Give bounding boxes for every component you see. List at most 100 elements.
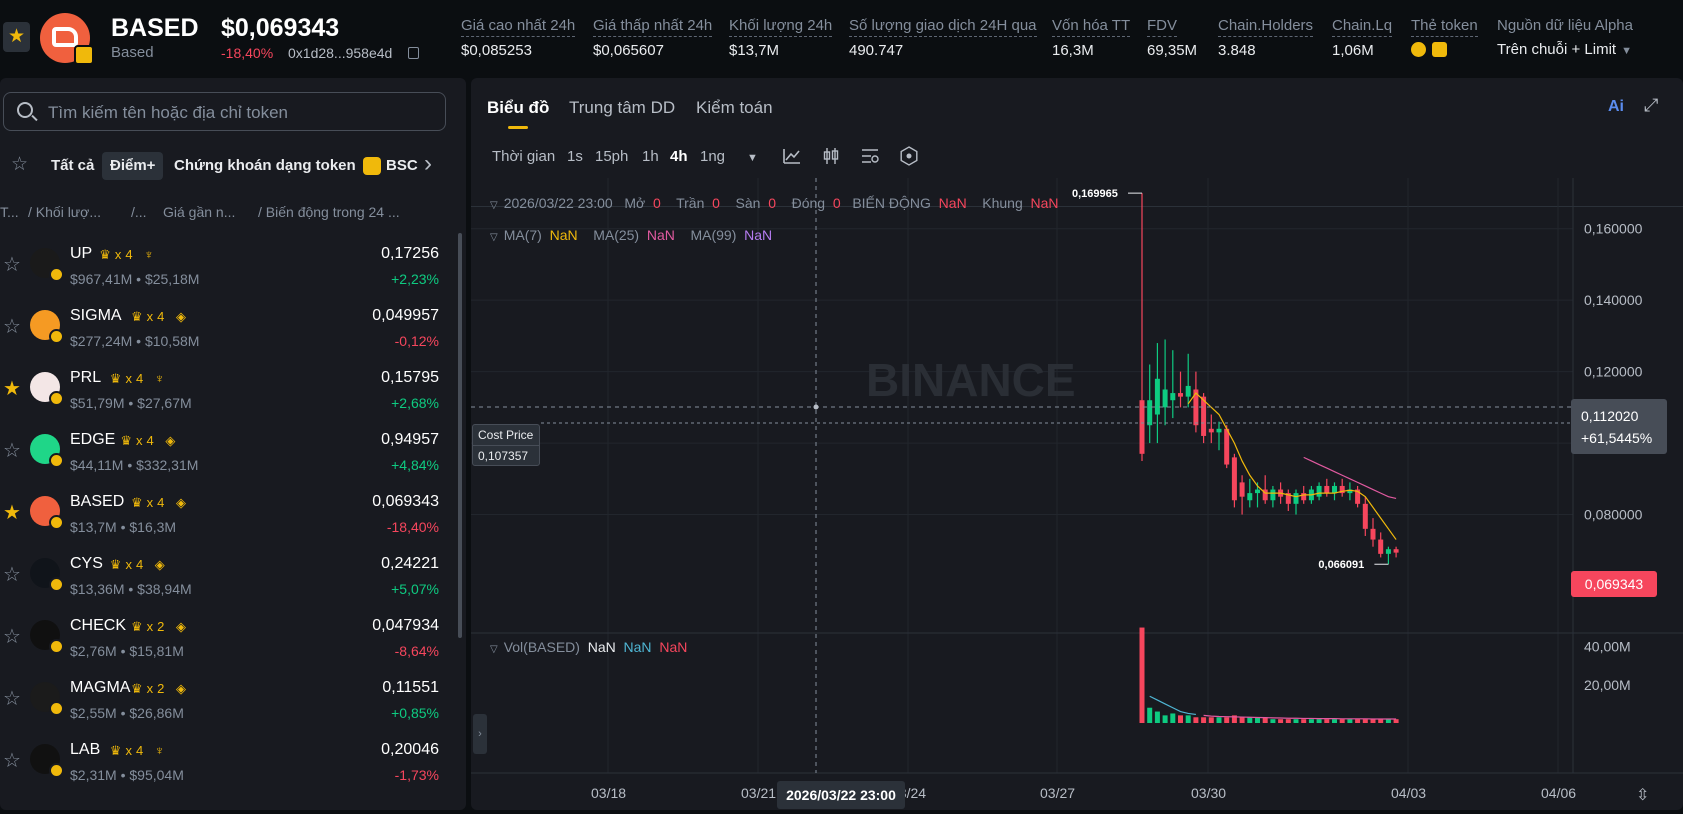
filter-tab-bsc[interactable]: BSC <box>380 152 424 180</box>
candle-body-1 <box>1147 400 1153 426</box>
column-header-price[interactable]: Giá gần n... <box>163 204 235 220</box>
chevron-down-icon: ▼ <box>1621 45 1632 57</box>
token-cap-volume: $2,31M • $95,04M <box>70 767 184 783</box>
candle-body-12 <box>1231 457 1237 501</box>
volume-bar-10 <box>1216 717 1222 723</box>
token-row-cys[interactable]: ☆ CYS ♛x4 ◈ $13,36M • $38,94M 0,24221 +5,07% <box>0 546 450 608</box>
favorites-filter-star-icon[interactable]: ☆ <box>11 153 28 176</box>
token-row-check[interactable]: ☆ CHECK ♛x2 ◈ $2,76M • $15,81M 0,047934 -8,64… <box>0 608 450 670</box>
favorite-star-icon[interactable]: ☆ <box>3 748 21 773</box>
token-tag-icons: ♛x2 ◈ <box>131 619 190 634</box>
token-tag-icons: ♛x4 ◈ <box>109 557 169 572</box>
copy-icon[interactable] <box>408 47 419 59</box>
volume-bar-3 <box>1162 715 1168 723</box>
volume-bar-18 <box>1278 719 1284 723</box>
filter-tab-points[interactable]: Điểm+ <box>102 152 164 180</box>
volume-bar-1 <box>1147 707 1153 723</box>
favorite-star-icon[interactable]: ★ <box>3 376 21 401</box>
y-tick-label-0: 0,160000 <box>1584 221 1643 237</box>
candle-body-13 <box>1239 482 1245 497</box>
stat-volume-24h: Khối lượng 24h $13,7M <box>729 17 833 59</box>
favorite-star-icon[interactable]: ☆ <box>3 686 21 711</box>
candle-body-25 <box>1332 485 1337 494</box>
token-change: +2,68% <box>391 395 439 411</box>
stat-token-tags: Thẻ token <box>1411 17 1478 59</box>
candle-body-14 <box>1247 493 1253 501</box>
stat-low-24h: Giá thấp nhất 24h $0,065607 <box>593 17 713 59</box>
token-row-prl[interactable]: ★ PRL ♛x4 ♆ $51,79M • $27,67M 0,15795 +2,68% <box>0 360 450 422</box>
volume-bar-23 <box>1316 719 1322 723</box>
candle-body-2 <box>1154 378 1160 415</box>
favorite-star-icon[interactable]: ☆ <box>3 314 21 339</box>
y-tick-label-4: 0,080000 <box>1584 507 1643 523</box>
volume-bar-33 <box>1393 719 1399 723</box>
search-input[interactable]: Tìm kiếm tên hoặc địa chỉ token <box>3 92 446 131</box>
token-tag-icons: ♛x2 ◈ <box>131 681 190 696</box>
column-header-volume[interactable]: / Khối lượ... <box>28 204 101 220</box>
token-row-edge[interactable]: ☆ EDGE ♛x4 ◈ $44,11M • $332,31M 0,94957 +4,84… <box>0 422 450 484</box>
cost-price-label: Cost Price 0,107357 <box>472 424 540 466</box>
x-tick-label-1: 03/21 <box>741 785 776 801</box>
stat-chain-holders: Chain.Holders 3.848 <box>1218 17 1314 59</box>
vol-tick-label-1: 20,00M <box>1584 677 1631 693</box>
token-row-up[interactable]: ☆ UP ♛x4 ♆ $967,41M • $25,18M 0,17256 +2,23% <box>0 236 450 298</box>
vol-tick-label-0: 40,00M <box>1584 639 1631 655</box>
volume-bar-24 <box>1324 719 1330 723</box>
filter-tab-all[interactable]: Tất cả <box>43 152 102 180</box>
volume-legend: ▽ Vol(BASED) NaN NaN NaN <box>490 639 688 655</box>
candle-body-15 <box>1255 489 1260 494</box>
token-symbol: CYS <box>70 555 103 572</box>
token-price: 0,11551 <box>382 679 439 696</box>
price-chart[interactable]: BINANCE0,1600000,1400000,1200000,1000000… <box>471 78 1683 810</box>
volume-bar-8 <box>1201 717 1207 723</box>
stat-alpha-source[interactable]: Nguồn dữ liệu Alpha Trên chuỗi + Limit ▼ <box>1497 17 1633 58</box>
token-row-sigma[interactable]: ☆ SIGMA ♛x4 ◈ $277,24M • $10,58M 0,049957 -0,… <box>0 298 450 360</box>
favorite-star-icon[interactable]: ☆ <box>3 252 21 277</box>
token-row-based[interactable]: ★ BASED ♛x4 ◈ $13,7M • $16,3M 0,069343 -18,40… <box>0 484 450 546</box>
volume-bar-29 <box>1362 719 1368 723</box>
volume-bar-28 <box>1355 719 1361 723</box>
filter-tabs: ☆ Tất cả Điểm+ Chứng khoán dạng token BS… <box>0 148 466 182</box>
chevron-right-icon[interactable]: › <box>424 150 432 178</box>
token-row-magma[interactable]: ☆ MAGMA ♛x2 ◈ $2,55M • $26,86M 0,11551 +0,85% <box>0 670 450 732</box>
token-row-lab[interactable]: ☆ LAB ♛x4 ♆ $2,31M • $95,04M 0,20046 -1,73% <box>0 732 450 794</box>
crosshair-date-tag: 2026/03/22 23:00 <box>777 781 905 809</box>
token-tag-icons: ♛x4 ◈ <box>120 433 180 448</box>
token-change: -8,64% <box>394 643 439 659</box>
bsc-chain-icon <box>74 45 94 65</box>
volume-bar-0 <box>1139 627 1145 723</box>
token-change: -1,73% <box>394 767 439 783</box>
volume-bar-15 <box>1255 717 1260 723</box>
bsc-chain-icon <box>49 391 64 406</box>
candle-body-0 <box>1139 400 1145 454</box>
volume-bar-22 <box>1308 719 1314 723</box>
y-tick-label-1: 0,140000 <box>1584 292 1643 308</box>
token-symbol: MAGMA <box>70 679 131 696</box>
token-symbol: CHECK <box>70 617 127 634</box>
volume-bar-19 <box>1285 719 1291 723</box>
token-name: Based <box>111 44 154 61</box>
token-change: +4,84% <box>391 457 439 473</box>
list-scrollbar[interactable] <box>458 233 462 638</box>
x-tick-label-5: 04/03 <box>1391 785 1426 801</box>
expand-drawing-tools-icon[interactable]: › <box>473 714 487 754</box>
favorite-star-icon[interactable]: ★ <box>3 500 21 525</box>
stat-trades-24h: Số lượng giao dịch 24H qua 490.747 <box>849 17 1037 59</box>
bsc-chain-icon <box>49 577 64 592</box>
favorite-star-icon[interactable]: ☆ <box>3 438 21 463</box>
token-cap-volume: $967,41M • $25,18M <box>70 271 200 287</box>
token-cap-volume: $2,76M • $15,81M <box>70 643 184 659</box>
filter-tab-tokenized-stocks[interactable]: Chứng khoán dạng token <box>166 152 364 180</box>
candle-body-29 <box>1362 503 1368 529</box>
favorite-star-icon[interactable]: ☆ <box>3 562 21 587</box>
column-header-mcap[interactable]: /... <box>131 204 147 220</box>
ohlc-legend: ▽ 2026/03/22 23:00 Mở 0 Trần 0 Sàn 0 Đóng… <box>490 195 1059 211</box>
column-header-token[interactable]: T... <box>0 204 19 220</box>
bsc-chain-icon <box>49 763 64 778</box>
contract-address[interactable]: 0x1d28...958e4d <box>288 45 392 61</box>
column-header-change[interactable]: / Biến động trong 24 ... <box>258 204 400 220</box>
favorite-star-icon[interactable]: ☆ <box>3 624 21 649</box>
favorite-star-icon[interactable]: ★ <box>3 22 30 52</box>
candle-body-31 <box>1378 539 1384 554</box>
token-symbol: BASED <box>111 14 199 42</box>
